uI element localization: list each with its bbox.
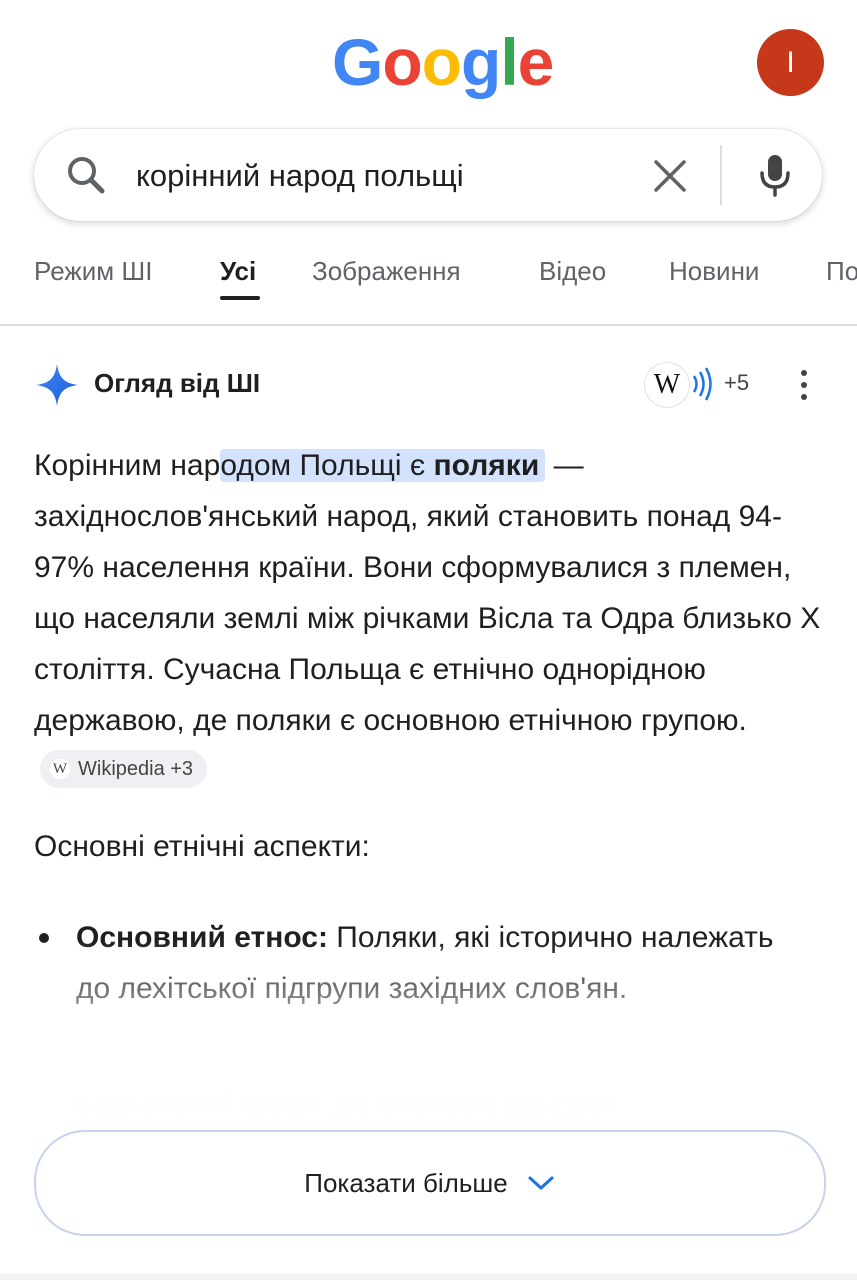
highlight-bold: поляки [433, 449, 540, 482]
show-more-button[interactable]: Показати більше [34, 1130, 826, 1236]
ai-overview-paragraph: Корінним народом Польщі є поляки — захід… [34, 440, 834, 797]
highlighted-answer: одом Польщі є поляки [220, 449, 546, 482]
highlight-text: одом Польщі є [220, 449, 434, 482]
logo-letter: o [382, 25, 422, 99]
active-tab-indicator [220, 296, 260, 300]
chevron-down-icon [528, 1176, 554, 1190]
more-options-icon[interactable] [794, 368, 814, 402]
tab-news[interactable]: Новини [669, 256, 759, 287]
logo-letter: o [421, 25, 462, 99]
microphone-icon[interactable] [752, 151, 798, 199]
logo-letter: G [332, 25, 383, 99]
account-avatar[interactable]: I [757, 29, 824, 96]
search-divider [720, 145, 722, 205]
logo-letter: g [461, 25, 501, 99]
search-icon[interactable] [62, 151, 110, 199]
search-tabs: Режим ШІ Усі Зображення Відео Новини По [0, 240, 857, 326]
tab-all[interactable]: Усі [220, 256, 256, 287]
google-logo[interactable]: Google [332, 24, 555, 100]
tab-images[interactable]: Зображення [312, 256, 461, 287]
bottom-divider [0, 1274, 857, 1280]
wikipedia-icon: W [644, 362, 690, 408]
aspects-list: Основний етнос: Поляки, які історично на… [34, 912, 794, 1014]
source-chip[interactable]: W Wikipedia +3 [40, 750, 208, 789]
paragraph-start: Корінним нар [34, 449, 221, 482]
show-more-label: Показати більше [304, 1167, 508, 1198]
search-bar[interactable] [34, 129, 822, 221]
faded-bullet-text: Інші етнічні групи: До етнічних меншин [76, 1090, 614, 1123]
bullet-dot [39, 933, 49, 943]
sparkle-icon [36, 364, 78, 406]
source-icons[interactable]: W [644, 362, 720, 408]
tab-ai-mode[interactable]: Режим ШІ [34, 256, 152, 287]
wikipedia-icon: W [50, 759, 70, 780]
list-item: Основний етнос: Поляки, які історично на… [34, 912, 794, 1014]
logo-letter: l [500, 25, 518, 99]
logo-letter: e [517, 25, 555, 99]
search-input[interactable] [134, 152, 638, 200]
more-sources-count[interactable]: +5 [724, 370, 749, 396]
ai-overview-title: Огляд від ШІ [94, 368, 261, 398]
source-chip-label: Wikipedia +3 [78, 757, 194, 780]
ai-overview-header: Огляд від ШІ W +5 [34, 360, 824, 410]
tab-videos[interactable]: Відео [539, 256, 606, 287]
aspects-heading: Основні етнічні аспекти: [34, 830, 370, 863]
paragraph-rest: — західнослов'янський народ, який станов… [34, 449, 821, 737]
tab-more[interactable]: По [826, 256, 857, 287]
bullet-term: Основний етнос: [76, 921, 328, 954]
clear-icon[interactable] [650, 156, 690, 196]
